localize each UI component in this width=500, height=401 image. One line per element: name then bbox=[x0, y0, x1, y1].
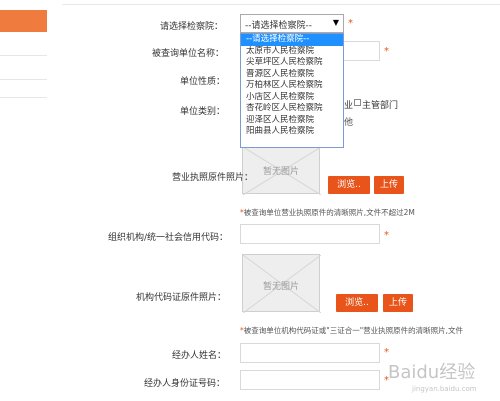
procuratorate-dropdown[interactable]: --请选择检察院-- 太原市人民检察院 尖草坪区人民检察院 晋源区人民检察院 万… bbox=[240, 33, 344, 148]
procuratorate-label: 请选择检察院： bbox=[160, 22, 224, 32]
supervisor-radio[interactable] bbox=[354, 99, 361, 106]
no-image-text: 暂无图片 bbox=[262, 167, 299, 177]
dropdown-option[interactable]: 杏花岭区人民检察院 bbox=[241, 103, 343, 115]
unit-category-label: 单位类别： bbox=[180, 107, 226, 117]
dropdown-option[interactable]: --请选择检察院-- bbox=[241, 34, 343, 46]
required-mark: * bbox=[384, 230, 389, 241]
org-code-cert-hint: *被查询单位机构代码证或"三证合一"营业执照原件的清晰照片,文件 bbox=[240, 326, 464, 335]
dropdown-option[interactable]: 晋源区人民检察院 bbox=[241, 69, 343, 81]
upload-button[interactable]: 上传 bbox=[374, 176, 404, 194]
org-code-input[interactable] bbox=[240, 224, 380, 244]
required-mark: * bbox=[384, 347, 389, 358]
dropdown-option[interactable]: 迎泽区人民检察院 bbox=[241, 115, 343, 127]
org-code-label: 组织机构/统一社会信用代码： bbox=[108, 233, 229, 243]
browse-button[interactable]: 浏览.. bbox=[336, 294, 378, 312]
upload-button[interactable]: 上传 bbox=[383, 294, 413, 312]
dropdown-option[interactable]: 尖草坪区人民检察院 bbox=[241, 57, 343, 69]
unit-name-input[interactable] bbox=[340, 41, 380, 61]
no-image-text: 暂无图片 bbox=[262, 282, 299, 292]
sidebar-item[interactable] bbox=[0, 56, 47, 80]
baidu-watermark-url: jingyan.baidu.com bbox=[412, 385, 477, 393]
dropdown-option[interactable]: 小店区人民检察院 bbox=[241, 92, 343, 104]
supervisor-option-label: 主管部门 bbox=[362, 101, 399, 111]
chevron-down-icon: ▼ bbox=[332, 18, 339, 27]
sidebar bbox=[0, 0, 47, 401]
agent-id-label: 经办人身份证号码： bbox=[144, 379, 226, 389]
required-mark: * bbox=[384, 46, 389, 57]
org-code-cert-preview: 暂无图片 bbox=[242, 254, 321, 313]
browse-button[interactable]: 浏览.. bbox=[328, 176, 370, 194]
org-code-cert-label: 机构代码证原件照片： bbox=[136, 293, 227, 303]
unit-name-label: 被查询单位名称： bbox=[152, 49, 225, 59]
business-license-label: 营业执照原件照片： bbox=[172, 173, 254, 183]
agent-id-input[interactable] bbox=[240, 370, 380, 390]
dropdown-option[interactable]: 万柏林区人民检察院 bbox=[241, 80, 343, 92]
divider bbox=[62, 4, 500, 5]
sidebar-item[interactable] bbox=[0, 80, 47, 98]
dropdown-option[interactable]: 阳曲县人民检察院 bbox=[241, 126, 343, 138]
business-license-hint: *被查询单位营业执照原件的清晰照片,文件不超过2M bbox=[240, 208, 415, 217]
procuratorate-select[interactable]: --请选择检察院-- ▼ bbox=[240, 14, 344, 33]
baidu-watermark: Baidu经验 bbox=[388, 362, 476, 383]
unit-category-partial: 业 bbox=[344, 101, 354, 111]
sidebar-item-active[interactable] bbox=[0, 10, 47, 32]
procuratorate-select-value: --请选择检察院-- bbox=[245, 21, 312, 31]
required-mark: * bbox=[348, 18, 353, 29]
agent-name-input[interactable] bbox=[240, 343, 380, 363]
agent-name-label: 经办人姓名： bbox=[172, 351, 227, 361]
unit-category-partial-2: 他 bbox=[344, 118, 354, 128]
business-license-preview: 暂无图片 bbox=[242, 146, 321, 195]
sidebar-item[interactable] bbox=[0, 32, 47, 56]
dropdown-option[interactable]: 太原市人民检察院 bbox=[241, 46, 343, 58]
unit-nature-label: 单位性质： bbox=[180, 77, 226, 87]
